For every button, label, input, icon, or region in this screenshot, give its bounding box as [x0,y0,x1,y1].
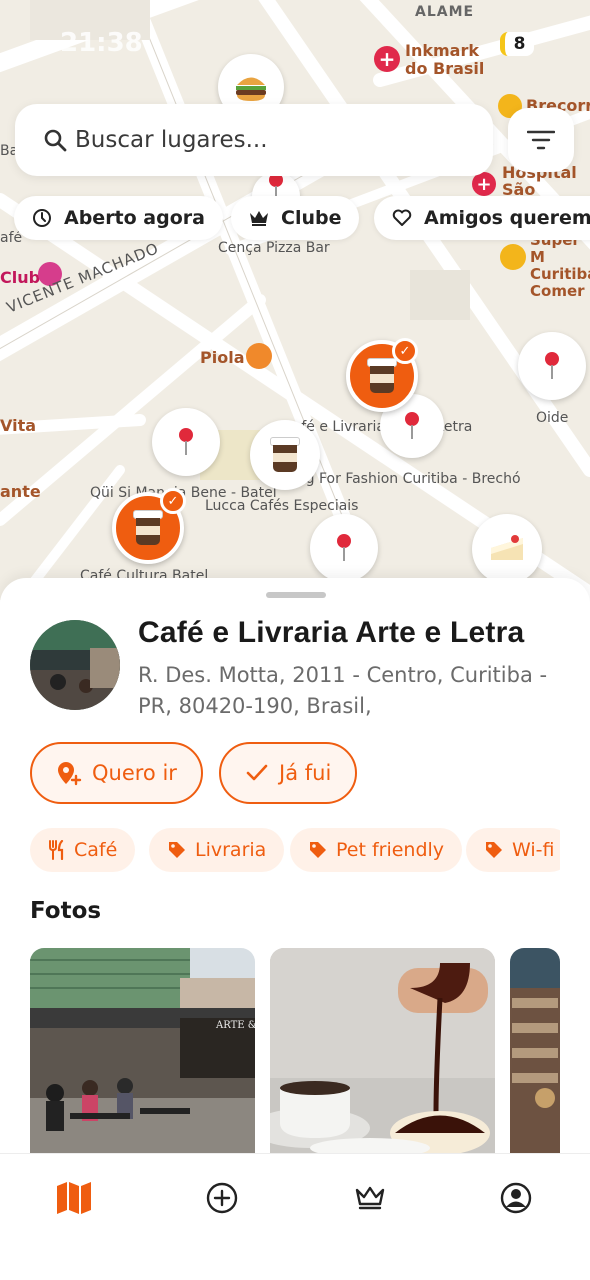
chip-clube[interactable]: Clube [231,196,360,240]
cake-marker[interactable] [472,514,542,584]
map-label-oide: Oide [536,410,569,426]
storefront-photo: ARTE & LE [30,948,255,1153]
search-bar[interactable] [15,104,493,176]
bookshelf-photo [510,948,560,1153]
crown-icon [250,211,268,226]
dessert-photo [270,948,495,1153]
nav-club[interactable] [348,1176,392,1220]
pin-icon [177,428,195,456]
tag-icon [169,842,185,858]
profile-icon [500,1182,532,1214]
nav-map[interactable] [52,1176,96,1220]
photos-section-title: Fotos [30,898,102,924]
coffee-cup-icon [367,358,397,394]
map-label-dig: Dig For Fashion Curitiba - Brechó [291,471,521,487]
status-time: 21:38 [60,28,143,58]
poi-marker-icon: + [374,46,400,72]
cart-icon [500,244,526,270]
map-icon [57,1182,91,1214]
photo-sign-text: ARTE & LE [215,1020,255,1031]
photo-thumbnail[interactable]: ARTE & LE [30,948,255,1153]
map-label-inkmark: Inkmark do Brasil [405,41,485,78]
cafe-marker[interactable] [250,420,320,490]
pin-marker[interactable] [152,408,220,476]
chip-label: Aberto agora [64,207,205,229]
map-label-ante: ante [0,482,41,501]
chip-amigos-querem[interactable]: Amigos querem [374,196,590,240]
checkmark-badge-icon: ✓ [392,338,418,364]
cake-icon [491,535,523,560]
checkmark-badge-icon: ✓ [160,488,186,514]
pin-icon [403,412,421,440]
tags-scroller[interactable]: Café Livraria Pet friendly Wi-fi [0,578,560,908]
map-view[interactable]: 21:38 8 ALAME Basi afé + Inkmark do Bras… [0,0,590,600]
map-label-super: Super M Curitiba Comer [530,231,590,300]
heart-icon [392,209,412,226]
pin-marker[interactable] [518,332,586,400]
battery-indicator: 8 [500,32,534,56]
nav-add[interactable] [200,1176,244,1220]
map-label-club: Club [0,268,41,287]
pin-icon [543,352,561,380]
tag-pet-friendly[interactable]: Pet friendly [290,828,463,872]
tag-label: Pet friendly [336,839,445,861]
tag-icon [310,842,326,858]
photo-thumbnail[interactable] [270,948,495,1153]
tag-label: Café [74,839,118,861]
hospital-icon: + [472,172,496,196]
add-icon [206,1182,238,1214]
clock-icon [33,209,51,227]
tag-label: Wi-fi [512,839,555,861]
map-label-piola: Piola [200,348,245,367]
filter-button[interactable] [508,108,574,172]
photo-thumbnail[interactable] [510,948,560,1153]
pin-marker[interactable] [310,514,378,582]
bottom-navigation [0,1153,590,1280]
filter-icon [527,130,555,150]
tag-livraria[interactable]: Livraria [149,828,285,872]
tag-cafe[interactable]: Café [30,828,136,872]
tag-wifi[interactable]: Wi-fi [466,828,560,872]
fork-knife-icon [49,840,64,860]
tag-label: Livraria [195,839,267,861]
chip-aberto-agora[interactable]: Aberto agora [14,196,223,240]
search-icon [44,129,67,152]
pizza-marker-icon [246,343,272,369]
tag-icon [486,842,502,858]
map-label-vita: Vita [0,416,37,435]
burger-icon [236,77,266,101]
chip-label: Clube [281,207,342,229]
map-label-lucca: Lucca Cafés Especiais [205,498,359,514]
coffee-cup-icon [270,437,300,473]
chip-label: Amigos querem [424,207,590,229]
map-label-alameda: ALAME [415,4,475,20]
search-input[interactable] [75,127,455,153]
nav-profile[interactable] [494,1176,538,1220]
crown-icon [355,1186,385,1210]
pin-icon [335,534,353,562]
coffee-cup-icon [133,510,163,546]
map-label-cenca: Cença Pizza Bar [218,240,330,256]
